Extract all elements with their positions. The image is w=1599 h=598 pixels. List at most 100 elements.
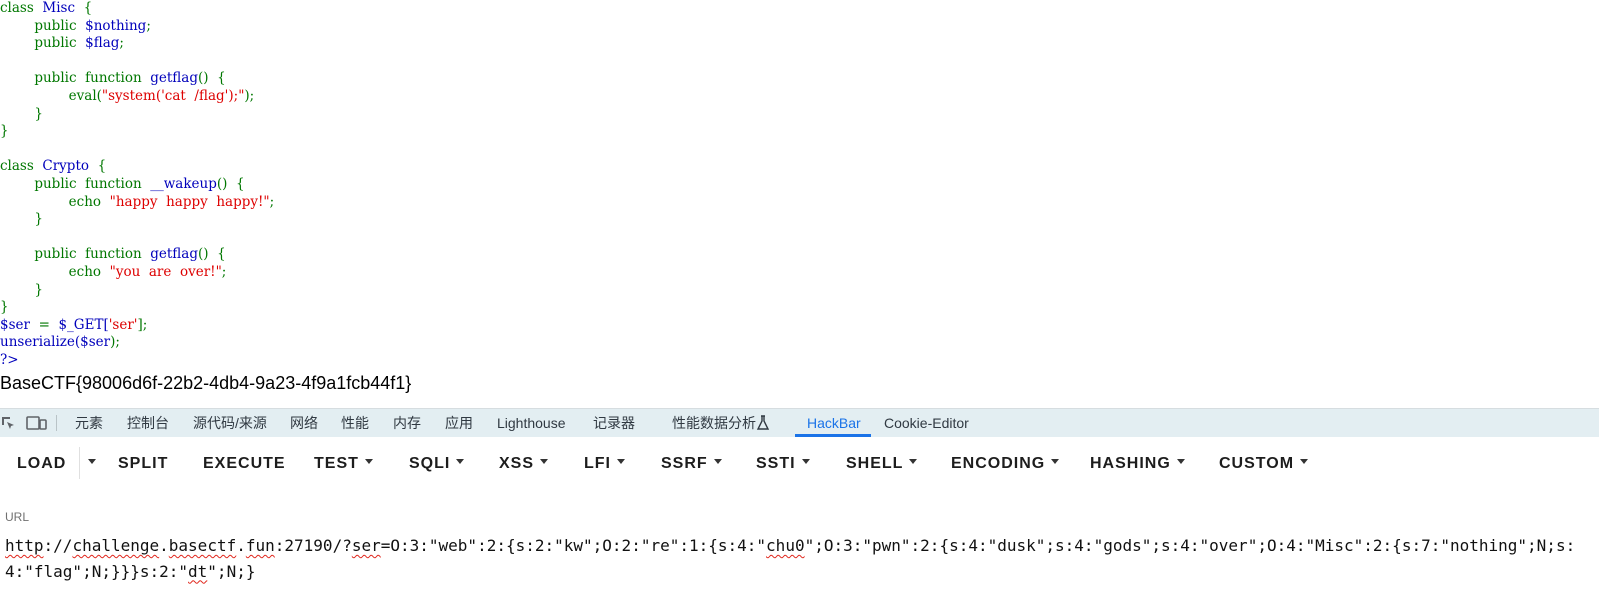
code-line: } bbox=[0, 282, 1599, 300]
caret-down-icon bbox=[88, 459, 96, 465]
code-token: public bbox=[34, 175, 77, 192]
lfi-menu-button[interactable]: LFI bbox=[584, 437, 625, 489]
code-token: eval( bbox=[68, 87, 102, 104]
url-segment: dt bbox=[188, 561, 208, 581]
code-line: $ser = $_GET['ser']; bbox=[0, 317, 1599, 335]
load-label: LOAD bbox=[17, 455, 67, 472]
tab-performance[interactable]: 性能 bbox=[341, 409, 369, 437]
tab-application[interactable]: 应用 bbox=[445, 409, 473, 437]
caret-down-icon bbox=[1051, 459, 1060, 465]
code-token: $flag bbox=[85, 35, 120, 52]
code-line: unserialize($ser); bbox=[0, 334, 1599, 352]
flask-icon bbox=[756, 415, 770, 434]
code-token: { bbox=[97, 158, 107, 175]
code-token: = bbox=[38, 316, 50, 333]
url-segment: http bbox=[5, 536, 44, 555]
caret-down-icon bbox=[713, 459, 722, 465]
tab-elements[interactable]: 元素 bbox=[75, 409, 103, 437]
encoding-menu-button[interactable]: ENCODING bbox=[951, 437, 1060, 489]
tab-performance-insights[interactable]: 性能数据分析 bbox=[672, 409, 756, 437]
toolbar-divider bbox=[56, 415, 57, 431]
code-token: ]; bbox=[137, 316, 148, 333]
code-token: public bbox=[34, 246, 77, 263]
url-segment: basectf bbox=[168, 536, 237, 555]
ssrf-menu-button[interactable]: SSRF bbox=[661, 437, 722, 489]
execute-button[interactable]: EXECUTE bbox=[203, 437, 286, 489]
device-toolbar-icon[interactable] bbox=[26, 415, 48, 434]
flag-output: BaseCTF{98006d6f-22b2-4db4-9a23-4f9a1fcb… bbox=[0, 373, 412, 393]
inspect-element-icon[interactable] bbox=[0, 415, 16, 434]
code-line: public function getflag() { bbox=[0, 246, 1599, 264]
code-token: { bbox=[217, 70, 226, 87]
code-line: class Misc { bbox=[0, 0, 1599, 18]
url-field-label: URL bbox=[5, 510, 30, 524]
tab-sources[interactable]: 源代码/来源 bbox=[193, 409, 267, 437]
code-line: } bbox=[0, 299, 1599, 317]
code-token: ?> bbox=[0, 351, 19, 368]
caret-down-icon bbox=[909, 459, 918, 465]
custom-label: CUSTOM bbox=[1219, 455, 1295, 472]
caret-down-icon bbox=[1300, 459, 1309, 465]
shell-label: SHELL bbox=[846, 455, 904, 472]
tab-memory[interactable]: 内存 bbox=[393, 409, 421, 437]
test-label: TEST bbox=[314, 455, 359, 472]
url-segment: chu0 bbox=[766, 536, 805, 555]
url-input[interactable]: http://challenge.basectf.fun:27190/?ser=… bbox=[5, 533, 1595, 584]
code-token: $nothing bbox=[85, 17, 147, 34]
toolbar-divider bbox=[79, 447, 80, 479]
code-token: "happy happy happy!" bbox=[109, 193, 270, 210]
code-token: } bbox=[0, 299, 9, 316]
code-line: public $nothing; bbox=[0, 18, 1599, 36]
encoding-label: ENCODING bbox=[951, 455, 1046, 472]
sqli-menu-button[interactable]: SQLI bbox=[409, 437, 465, 489]
code-token: () bbox=[198, 246, 209, 263]
code-token: __wakeup bbox=[150, 175, 217, 192]
code-token: "system('cat /flag');" bbox=[101, 87, 245, 104]
test-menu-button[interactable]: TEST bbox=[314, 437, 373, 489]
code-token: class bbox=[0, 158, 34, 175]
code-line: } bbox=[0, 211, 1599, 229]
xss-menu-button[interactable]: XSS bbox=[499, 437, 549, 489]
ssti-label: SSTI bbox=[756, 455, 796, 472]
url-segment: :// bbox=[43, 536, 73, 555]
url-segment: challenge bbox=[72, 536, 160, 555]
url-segment: ser bbox=[351, 536, 381, 555]
code-token: $_GET[ bbox=[58, 316, 109, 333]
url-segment: . bbox=[236, 536, 246, 555]
devtools-tab-bar: 元素 控制台 源代码/来源 网络 性能 内存 应用 Lighthouse 记录器… bbox=[0, 408, 1599, 438]
tab-lighthouse[interactable]: Lighthouse bbox=[497, 409, 566, 437]
php-source-code: class Misc { public $nothing; public $fl… bbox=[0, 0, 1599, 372]
code-token: () bbox=[216, 175, 228, 192]
lfi-label: LFI bbox=[584, 455, 611, 472]
code-token: 'ser' bbox=[108, 316, 138, 333]
caret-down-icon bbox=[1176, 459, 1185, 465]
tab-cookie-editor[interactable]: Cookie-Editor bbox=[884, 409, 969, 437]
hashing-menu-button[interactable]: HASHING bbox=[1090, 437, 1185, 489]
ssti-menu-button[interactable]: SSTI bbox=[756, 437, 810, 489]
code-token: ; bbox=[146, 17, 151, 34]
tab-network[interactable]: 网络 bbox=[290, 409, 318, 437]
split-button[interactable]: SPLIT bbox=[118, 437, 168, 489]
code-token: function bbox=[85, 70, 142, 87]
code-token: getflag bbox=[150, 246, 198, 263]
code-token: () bbox=[198, 70, 209, 87]
tab-console[interactable]: 控制台 bbox=[127, 409, 169, 437]
code-token: } bbox=[0, 123, 9, 140]
hashing-label: HASHING bbox=[1090, 455, 1171, 472]
url-segment: ";N;} bbox=[207, 561, 256, 581]
load-button[interactable]: LOAD bbox=[17, 437, 66, 489]
url-segment: . bbox=[159, 536, 169, 555]
code-token: ; bbox=[119, 35, 124, 52]
shell-menu-button[interactable]: SHELL bbox=[846, 437, 918, 489]
tab-hackbar[interactable]: HackBar bbox=[807, 409, 861, 437]
code-token: public bbox=[34, 17, 77, 34]
custom-menu-button[interactable]: CUSTOM bbox=[1219, 437, 1309, 489]
sqli-label: SQLI bbox=[409, 455, 451, 472]
code-token: echo bbox=[68, 193, 102, 210]
code-token: { bbox=[83, 0, 93, 16]
tab-recorder[interactable]: 记录器 bbox=[593, 409, 635, 437]
load-dropdown-button[interactable] bbox=[82, 437, 96, 489]
